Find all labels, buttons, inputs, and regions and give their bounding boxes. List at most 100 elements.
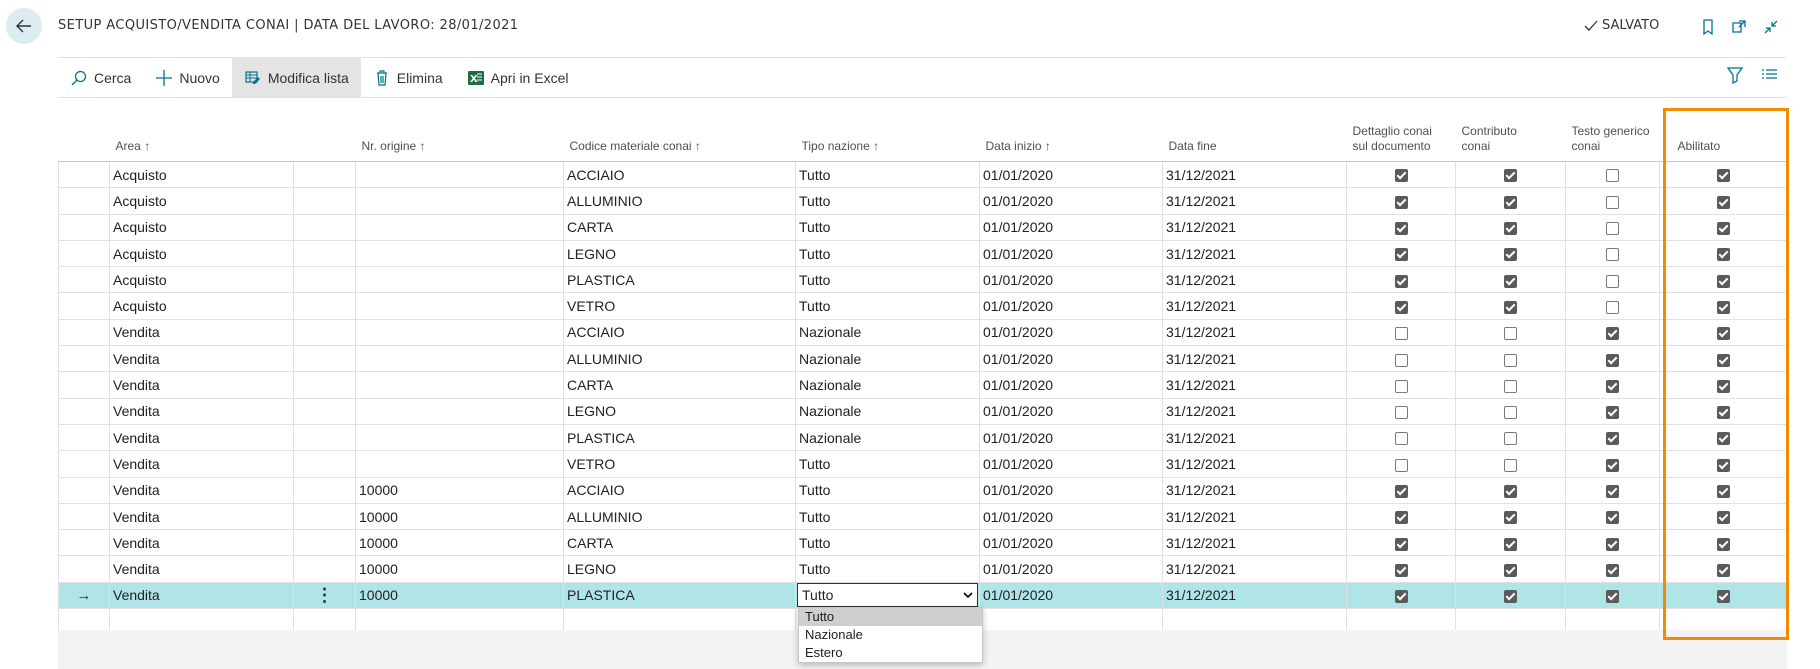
detail-checkbox[interactable] <box>1394 353 1408 367</box>
nation-type-cell[interactable]: Nazionale <box>795 398 980 425</box>
nation-type-cell[interactable]: Tutto <box>795 292 980 320</box>
row-selector[interactable] <box>58 398 110 425</box>
enabled-checkbox[interactable] <box>1717 169 1730 183</box>
start-date-cell[interactable]: 01/01/2020 <box>979 214 1163 241</box>
area-cell[interactable]: Acquisto <box>109 292 294 320</box>
generic-text-checkbox[interactable] <box>1606 537 1619 551</box>
end-date-cell[interactable]: 31/12/2021 <box>1162 161 1347 189</box>
generic-text-checkbox[interactable] <box>1606 274 1619 288</box>
material-code-cell[interactable]: PLASTICA <box>563 424 796 452</box>
contribution-cell[interactable] <box>1455 424 1566 452</box>
material-code-cell[interactable]: CARTA <box>563 529 796 557</box>
generic-text-checkbox[interactable] <box>1606 485 1619 498</box>
enabled-checkbox[interactable] <box>1717 327 1730 341</box>
contribution-cell[interactable] <box>1455 187 1566 215</box>
contribution-checkbox[interactable] <box>1504 353 1517 367</box>
area-cell[interactable]: Vendita <box>109 477 294 504</box>
origin-no-cell[interactable] <box>355 345 564 373</box>
row-selector[interactable] <box>58 503 110 531</box>
start-date-cell[interactable]: 01/01/2020 <box>979 555 1163 583</box>
nation-type-header[interactable]: Tipo nazione ↑ <box>795 98 980 162</box>
end-date-header[interactable]: Data fine <box>1162 98 1347 162</box>
list-view-icon[interactable] <box>1760 66 1778 89</box>
row-actions[interactable] <box>293 477 356 504</box>
nation-type-select[interactable]: Tutto <box>797 583 978 608</box>
material-code-cell[interactable]: PLASTICA <box>563 266 796 294</box>
generic-text-checkbox[interactable] <box>1606 511 1619 525</box>
contribution-cell[interactable] <box>1455 450 1566 478</box>
nation-type-cell[interactable]: Tutto <box>795 555 980 583</box>
area-cell[interactable]: Acquisto <box>109 214 294 241</box>
table-row[interactable]: Vendita ACCIAIO Nazionale 01/01/2020 31/12/2… <box>58 319 1788 347</box>
contribution-cell[interactable] <box>1455 161 1566 189</box>
start-date-cell[interactable]: 01/01/2020 <box>979 266 1163 294</box>
detail-cell[interactable] <box>1346 477 1456 504</box>
end-date-cell[interactable]: 31/12/2021 <box>1162 477 1347 504</box>
row-actions[interactable] <box>293 503 356 531</box>
origin-no-cell[interactable] <box>355 292 564 320</box>
contribution-checkbox[interactable] <box>1504 432 1517 446</box>
generic-text-cell[interactable] <box>1565 214 1660 241</box>
start-date-cell[interactable]: 01/01/2020 <box>979 398 1163 425</box>
contribution-header[interactable]: Contributo conai <box>1455 98 1566 162</box>
detail-checkbox[interactable] <box>1394 406 1408 420</box>
row-selector[interactable]: → <box>58 582 110 610</box>
enabled-cell[interactable] <box>1659 555 1788 583</box>
row-selector[interactable] <box>58 240 110 268</box>
row-selector[interactable] <box>58 477 110 504</box>
row-selector[interactable] <box>58 345 110 373</box>
generic-text-header[interactable]: Testo generico conai <box>1565 98 1660 162</box>
search-button[interactable]: Cerca <box>58 58 143 97</box>
generic-text-cell[interactable] <box>1565 555 1660 583</box>
origin-no-cell[interactable] <box>355 266 564 294</box>
material-code-cell[interactable]: LEGNO <box>563 240 796 268</box>
enabled-cell[interactable] <box>1659 529 1788 557</box>
row-actions[interactable] <box>293 345 356 373</box>
enabled-cell[interactable] <box>1659 187 1788 215</box>
back-button[interactable] <box>6 8 42 44</box>
material-code-cell[interactable]: ACCIAIO <box>563 477 796 504</box>
row-selector[interactable] <box>58 555 110 583</box>
start-date-cell[interactable]: 01/01/2020 <box>979 371 1163 399</box>
material-code-cell[interactable]: LEGNO <box>563 398 796 425</box>
area-cell[interactable]: Acquisto <box>109 266 294 294</box>
contribution-cell[interactable] <box>1455 319 1566 347</box>
start-date-cell[interactable]: 01/01/2020 <box>979 503 1163 531</box>
generic-text-cell[interactable] <box>1565 529 1660 557</box>
end-date-cell[interactable]: 31/12/2021 <box>1162 371 1347 399</box>
end-date-cell[interactable]: 31/12/2021 <box>1162 529 1347 557</box>
table-row[interactable]: Vendita CARTA Nazionale 01/01/2020 31/12/202… <box>58 371 1788 399</box>
end-date-cell[interactable]: 31/12/2021 <box>1162 240 1347 268</box>
contribution-cell[interactable] <box>1455 266 1566 294</box>
detail-cell[interactable] <box>1346 240 1456 268</box>
contribution-checkbox[interactable] <box>1504 195 1517 209</box>
enabled-cell[interactable] <box>1659 398 1788 425</box>
table-row[interactable]: Acquisto ACCIAIO Tutto 01/01/2020 31/12/2021 <box>58 161 1788 189</box>
material-code-cell[interactable]: LEGNO <box>563 555 796 583</box>
enabled-cell[interactable] <box>1659 161 1788 189</box>
enabled-cell[interactable] <box>1659 371 1788 399</box>
area-cell[interactable]: Vendita <box>109 424 294 452</box>
contribution-cell[interactable] <box>1455 529 1566 557</box>
generic-text-checkbox[interactable] <box>1606 327 1619 341</box>
row-actions[interactable] <box>293 398 356 425</box>
table-row[interactable]: Vendita PLASTICA Nazionale 01/01/2020 31/12/… <box>58 424 1788 452</box>
contribution-cell[interactable] <box>1455 477 1566 504</box>
row-actions[interactable] <box>293 555 356 583</box>
table-row[interactable]: Acquisto VETRO Tutto 01/01/2020 31/12/2021 <box>58 292 1788 320</box>
generic-text-checkbox[interactable] <box>1606 169 1619 183</box>
enabled-cell[interactable] <box>1659 424 1788 452</box>
area-cell[interactable]: Acquisto <box>109 240 294 268</box>
origin-no-cell[interactable] <box>355 319 564 347</box>
area-cell[interactable]: Vendita <box>109 529 294 557</box>
material-code-cell[interactable]: ALLUMINIO <box>563 503 796 531</box>
end-date-cell[interactable]: 31/12/2021 <box>1162 266 1347 294</box>
row-actions[interactable] <box>293 266 356 294</box>
start-date-cell[interactable]: 01/01/2020 <box>979 161 1163 189</box>
detail-checkbox[interactable] <box>1394 432 1408 446</box>
row-selector[interactable] <box>58 292 110 320</box>
detail-checkbox[interactable] <box>1394 169 1408 183</box>
contribution-checkbox[interactable] <box>1504 590 1517 604</box>
row-actions[interactable] <box>293 450 356 478</box>
origin-no-cell[interactable]: 10000 <box>355 529 564 557</box>
